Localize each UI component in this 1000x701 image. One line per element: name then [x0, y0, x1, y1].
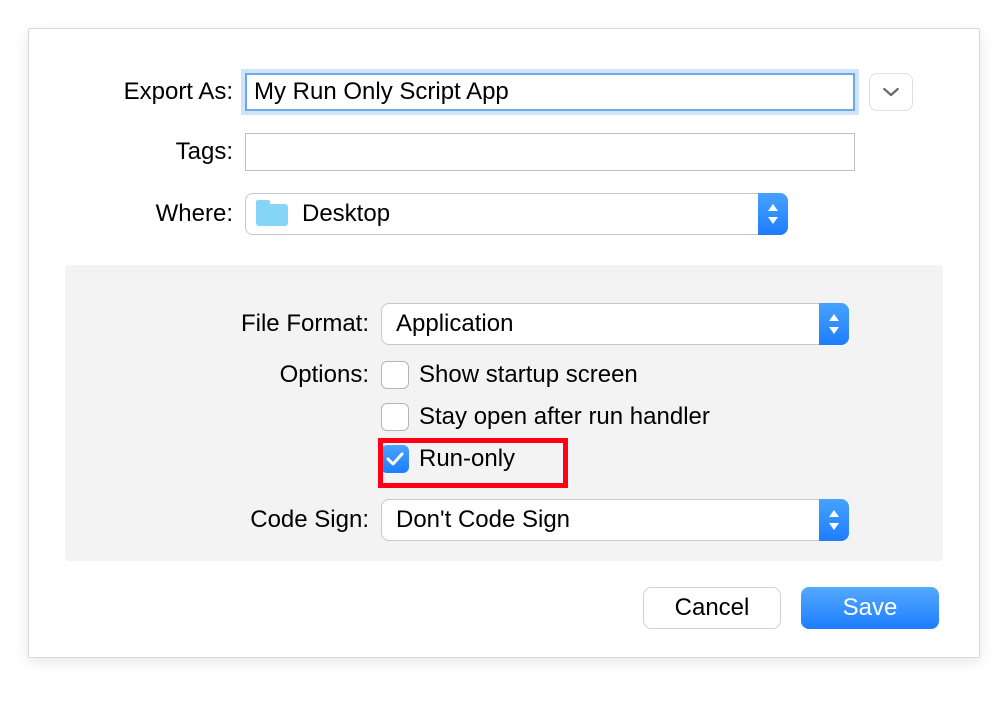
option-show-startup[interactable]: Show startup screen [381, 357, 710, 393]
option-run-only[interactable]: Run-only [381, 441, 710, 477]
file-format-select[interactable]: Application [381, 303, 849, 345]
options-panel: File Format: Application Options: Show s… [65, 265, 943, 561]
row-export-as: Export As: My Run Only Script App [29, 73, 979, 111]
export-as-input[interactable]: My Run Only Script App [245, 73, 855, 111]
where-select[interactable]: Desktop [245, 193, 788, 235]
stepper-icon [758, 193, 788, 235]
tags-input[interactable] [245, 133, 855, 171]
row-file-format: File Format: Application [65, 303, 943, 345]
checkbox-show-startup[interactable] [381, 361, 409, 389]
stepper-icon [819, 303, 849, 345]
file-format-value: Application [396, 310, 513, 338]
row-where: Where: Desktop [29, 193, 979, 235]
code-sign-select[interactable]: Don't Code Sign [381, 499, 849, 541]
checkbox-stay-open[interactable] [381, 403, 409, 431]
label-file-format: File Format: [65, 310, 381, 338]
expand-button[interactable] [869, 73, 913, 111]
options-stack: Show startup screen Stay open after run … [381, 357, 710, 477]
option-label: Stay open after run handler [419, 403, 710, 431]
folder-icon [256, 200, 292, 228]
cancel-button[interactable]: Cancel [643, 587, 781, 629]
footer-buttons: Cancel Save [643, 587, 939, 629]
code-sign-value: Don't Code Sign [396, 506, 570, 534]
label-tags: Tags: [29, 138, 245, 166]
label-export-as: Export As: [29, 78, 245, 106]
where-value: Desktop [302, 200, 390, 228]
chevron-down-icon [882, 86, 900, 98]
label-options: Options: [65, 357, 381, 389]
check-icon [386, 452, 404, 466]
save-button[interactable]: Save [801, 587, 939, 629]
row-tags: Tags: [29, 133, 979, 171]
option-stay-open[interactable]: Stay open after run handler [381, 399, 710, 435]
label-code-sign: Code Sign: [65, 506, 381, 534]
checkbox-run-only[interactable] [381, 445, 409, 473]
stepper-icon [819, 499, 849, 541]
option-label: Run-only [419, 445, 515, 473]
option-label: Show startup screen [419, 361, 638, 389]
row-options: Options: Show startup screen Stay open a… [65, 357, 943, 477]
export-sheet: Export As: My Run Only Script App Tags: … [28, 28, 980, 658]
row-code-sign: Code Sign: Don't Code Sign [65, 499, 943, 541]
label-where: Where: [29, 200, 245, 228]
